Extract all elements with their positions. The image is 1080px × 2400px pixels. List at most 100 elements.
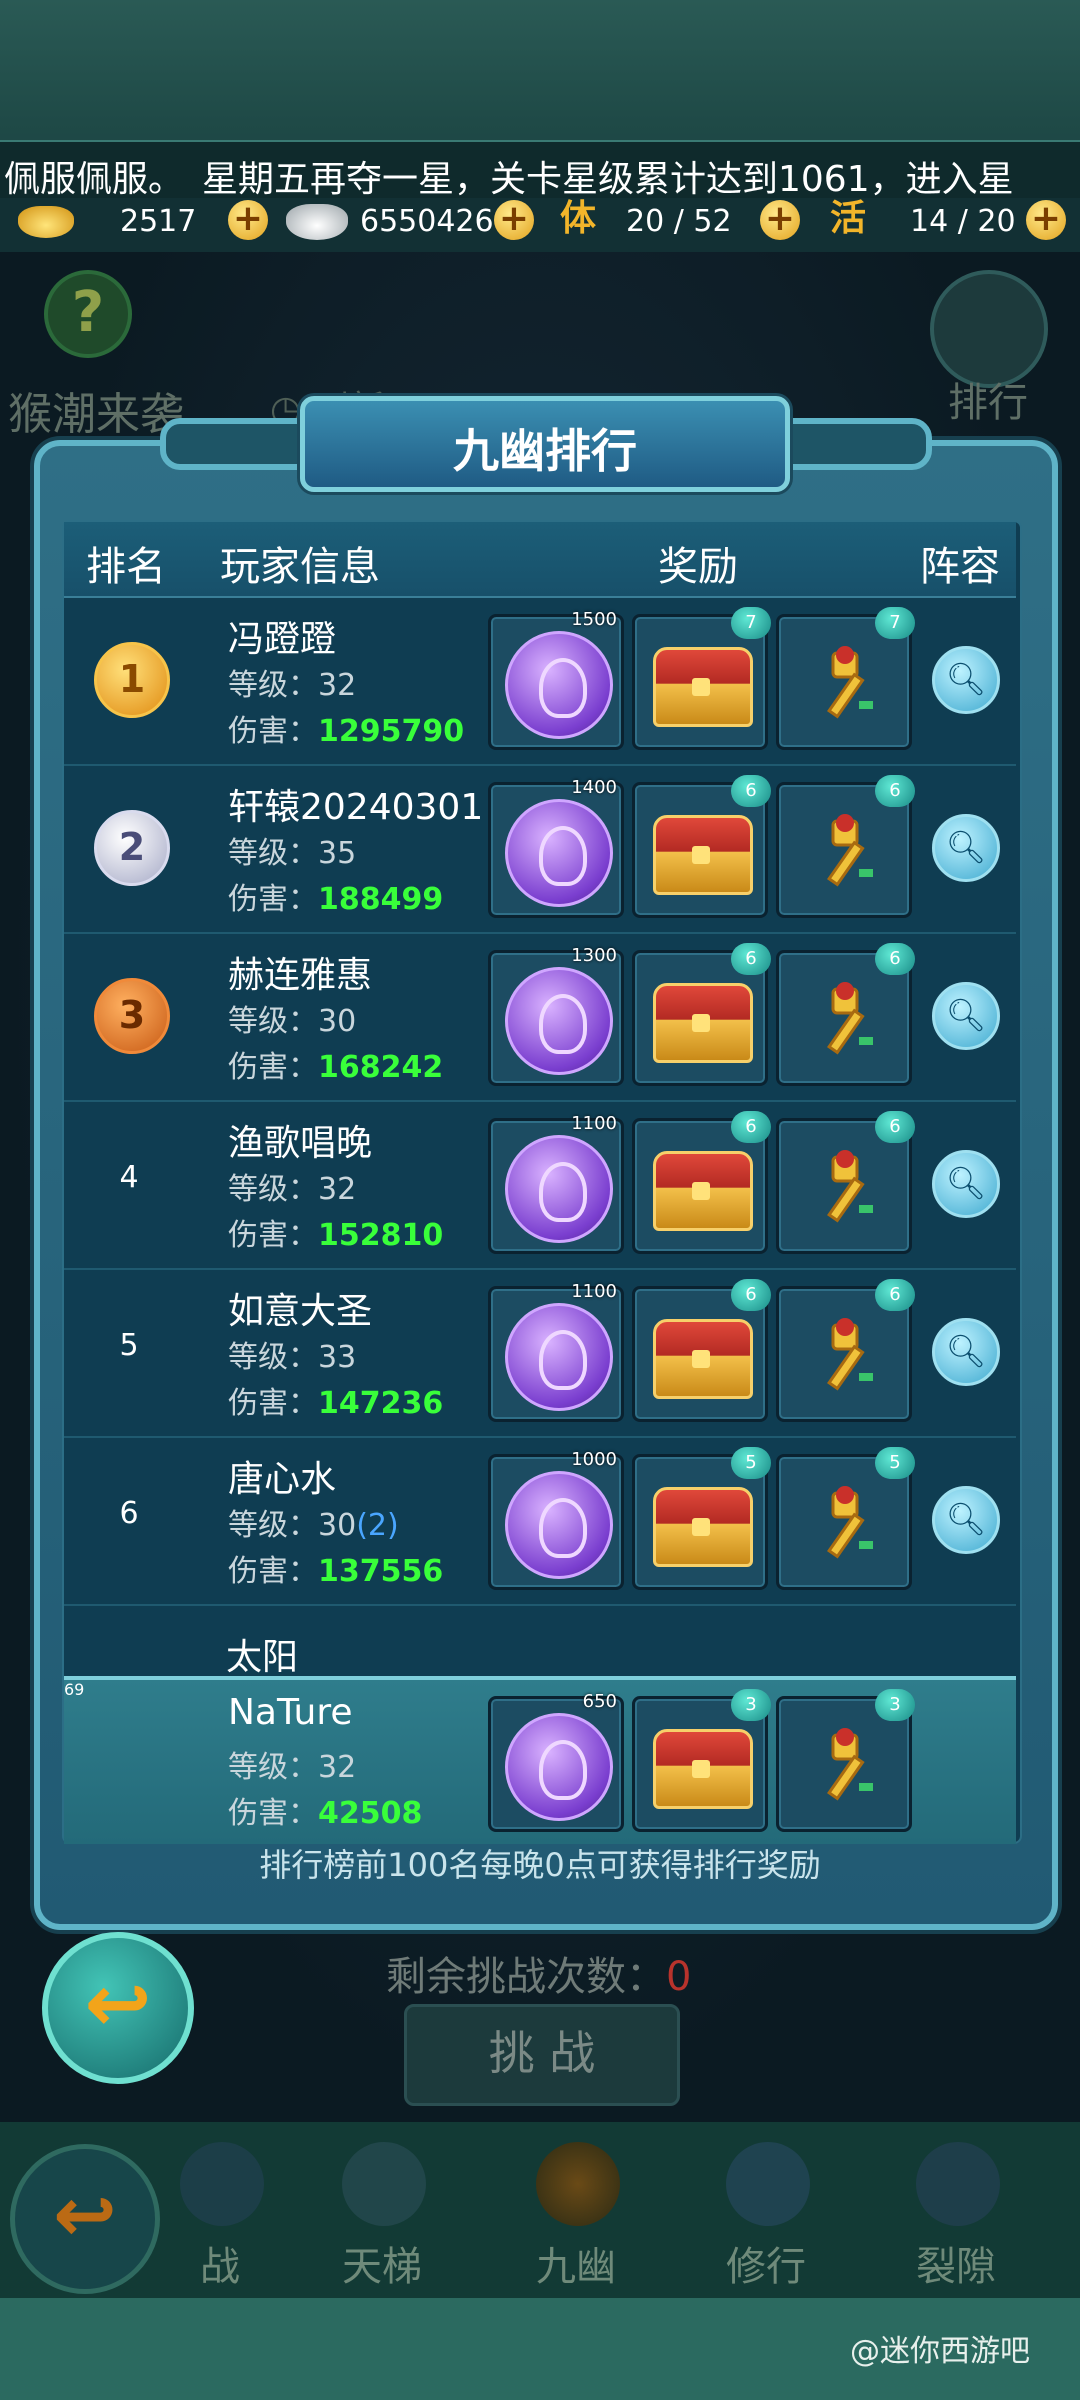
purple-coin-icon [505,799,613,907]
treasure-chest-icon [653,1487,753,1567]
reward-coin-slot[interactable]: 1100 [488,1281,624,1422]
key-count: 3 [875,1689,915,1721]
purple-coin-icon [505,1135,613,1243]
flame-icon [536,2142,620,2226]
reward-coin-slot[interactable]: 1100 [488,1113,624,1254]
view-lineup-search-icon[interactable]: 🔍︎ [932,646,1000,714]
player-damage: 伤害：168242 [228,1050,444,1085]
reward-coin-slot[interactable]: 1300 [488,945,624,1086]
player-level: 等级：35 [228,836,357,871]
reward-chest-slot[interactable]: 5 [632,1447,771,1590]
player-level: 等级：30 [228,1004,357,1039]
table-row: 4 渔歌唱晚 等级：32 伤害：152810 1100 6 6 🔍︎ [64,1102,1016,1270]
panel-title: 九幽排行 [453,424,637,478]
view-lineup-search-icon[interactable]: 🔍︎ [932,1486,1000,1554]
rank-medal-icon: 2 [94,810,170,886]
ranking-button-label: 排行 [948,380,1028,426]
challenge-button[interactable]: 挑 战 [404,2004,680,2106]
reward-coin-slot[interactable]: 1500 [488,609,624,750]
player-level: 等级：33 [228,1340,357,1375]
reward-key-slot[interactable]: 3 [776,1689,915,1832]
add-gold-button[interactable]: + [228,200,268,240]
coin-count: 1400 [571,777,617,798]
coin-count: 650 [582,1691,617,1712]
rank-medal-icon: 1 [94,642,170,718]
rank-medal-icon: 3 [94,978,170,1054]
help-button[interactable]: ? [44,270,132,358]
back-button[interactable]: ↩ [42,1932,194,2084]
purple-coin-icon [505,1713,613,1821]
golden-key-icon [827,1318,873,1391]
treasure-chest-icon [653,1729,753,1809]
player-level: 等级：32 [228,668,357,703]
view-lineup-search-icon[interactable]: 🔍︎ [932,814,1000,882]
nav-back-button[interactable]: ↩ [10,2144,160,2294]
reward-key-slot[interactable]: 6 [776,1111,915,1254]
nav-item-battle[interactable]: 战 [140,2142,300,2292]
reward-chest-slot[interactable]: 7 [632,607,771,750]
chest-count: 3 [731,1689,771,1721]
chest-count: 6 [731,1111,771,1143]
table-row: 2 轩辕20240301 等级：35 伤害：188499 1400 6 6 🔍︎ [64,766,1016,934]
nav-item-cultivation[interactable]: 修行 [686,2142,846,2292]
reward-chest-slot[interactable]: 3 [632,1689,771,1832]
add-silver-button[interactable]: + [494,200,534,240]
player-name: 如意大圣 [228,1291,373,1332]
reward-coin-slot[interactable]: 650 [488,1691,624,1832]
player-damage: 伤害：147236 [228,1386,444,1421]
rank-number: 6 [119,1496,139,1531]
key-count: 6 [875,1111,915,1143]
player-damage: 伤害：137556 [228,1554,444,1589]
player-name: 冯蹬蹬 [228,619,337,660]
reward-coin-slot[interactable]: 1400 [488,777,624,918]
reward-coin-slot[interactable]: 1000 [488,1449,624,1590]
chest-count: 6 [731,1279,771,1311]
watermark: @迷你西游吧 [850,2334,1030,2369]
golden-key-icon [827,1486,873,1559]
view-lineup-search-icon[interactable]: 🔍︎ [932,982,1000,1050]
reward-key-slot[interactable]: 6 [776,1279,915,1422]
add-activity-button[interactable]: + [1026,200,1066,240]
panel-title-banner: 九幽排行 [300,396,790,492]
table-row: 6 唐心水 等级：30(2) 伤害：137556 1000 5 5 🔍︎ [64,1438,1016,1606]
key-count: 7 [875,607,915,639]
purple-coin-icon [505,1471,613,1579]
player-level: 等级：30(2) [228,1508,399,1543]
nav-item-jiuyou[interactable]: 九幽 [496,2142,656,2292]
nav-item-ladder[interactable]: 天梯 [302,2142,462,2292]
reward-key-slot[interactable]: 6 [776,775,915,918]
reward-key-slot[interactable]: 7 [776,607,915,750]
reward-rule-note: 排行榜前100名每晚0点可获得排行奖励 [259,1846,821,1884]
golden-key-icon [827,1150,873,1223]
reward-chest-slot[interactable]: 6 [632,1279,771,1422]
remaining-count: 0 [666,1954,692,2000]
gold-value: 2517 [120,204,197,239]
marquee-text: 佩服佩服。 星期五再夺一星，关卡星级累计达到1061，进入星 [4,159,1014,200]
table-row: 5 如意大圣 等级：33 伤害：147236 1100 6 6 🔍︎ [64,1270,1016,1438]
key-count: 6 [875,943,915,975]
purple-coin-icon [505,631,613,739]
view-lineup-search-icon[interactable]: 🔍︎ [932,1150,1000,1218]
player-damage: 伤害：188499 [228,882,444,917]
reward-key-slot[interactable]: 5 [776,1447,915,1590]
reward-chest-slot[interactable]: 6 [632,775,771,918]
cloud-icon [726,2142,810,2226]
activity-icon: 活 [829,198,866,239]
player-name: 轩辕20240301 [228,787,484,828]
coin-count: 1100 [571,1281,617,1302]
player-name: 赫连雅惠 [228,955,373,996]
golden-key-icon [827,982,873,1055]
coin-count: 1000 [571,1449,617,1470]
my-rank-row: 69 NaTure 等级：32 伤害：42508 650 3 3 [64,1676,1016,1844]
golden-key-icon [827,814,873,887]
view-lineup-search-icon[interactable]: 🔍︎ [932,1318,1000,1386]
add-stamina-button[interactable]: + [760,200,800,240]
reward-chest-slot[interactable]: 6 [632,1111,771,1254]
yin-yang-icon [916,2142,1000,2226]
purple-coin-icon [505,967,613,1075]
my-level: 等级：32 [228,1750,357,1785]
player-damage: 伤害：152810 [228,1218,444,1253]
nav-item-rift[interactable]: 裂隙 [876,2142,1036,2292]
reward-chest-slot[interactable]: 6 [632,943,771,1086]
reward-key-slot[interactable]: 6 [776,943,915,1086]
